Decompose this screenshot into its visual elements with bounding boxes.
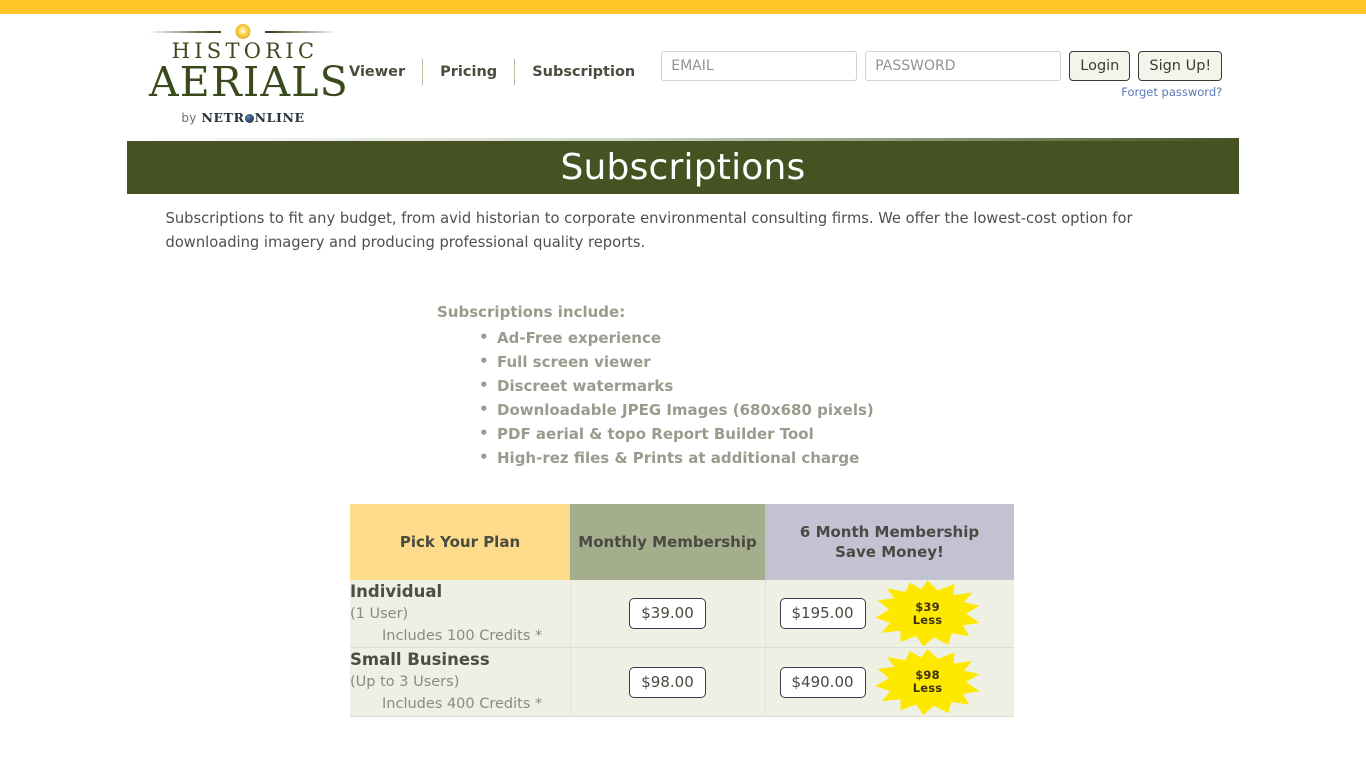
table-row: Small Business (Up to 3 Users) Includes … (350, 647, 1015, 717)
nav-item-pricing[interactable]: Pricing (423, 65, 514, 80)
column-header-monthly: Monthly Membership (570, 503, 765, 580)
six-month-price-button[interactable]: $490.00 (779, 666, 866, 698)
pricing-table: Pick Your Plan Monthly Membership 6 Mont… (350, 503, 1015, 717)
includes-section: Subscriptions include: Ad-Free experienc… (127, 303, 1239, 470)
column-header-six-month: 6 Month Membership Save Money! (765, 503, 1014, 580)
plan-name: Small Business (350, 650, 490, 670)
column-header-plan: Pick Your Plan (350, 503, 570, 580)
plan-credits: Includes 100 Credits * (382, 627, 543, 644)
password-input[interactable] (865, 51, 1062, 81)
intro-paragraph: Subscriptions to fit any budget, from av… (165, 210, 1133, 251)
netr-text-part1: NETR (201, 110, 245, 126)
list-item: High-rez files & Prints at additional ch… (479, 445, 1239, 470)
six-month-price-cell: $195.00 $39 Less (765, 579, 1015, 649)
site-logo[interactable]: HISTORIC AERIALS by NETR NLINE (149, 14, 349, 125)
savings-badge-text: $39 Less (876, 581, 980, 647)
globe-icon (245, 113, 255, 123)
netr-text-part2: NLINE (254, 110, 305, 126)
table-row: Individual (1 User) Includes 100 Credits… (350, 579, 1015, 649)
savings-label: Less (912, 681, 943, 696)
logo-netronline: NETR NLINE (202, 110, 305, 125)
plan-users: (1 User) (350, 605, 409, 622)
nav-item-subscription[interactable]: Subscription (515, 65, 652, 80)
header-right: Viewer Pricing Subscription Login Sign U… (337, 14, 1239, 99)
email-input[interactable] (661, 51, 858, 81)
list-item: Full screen viewer (479, 349, 1239, 374)
table-header-row: Pick Your Plan Monthly Membership 6 Mont… (350, 503, 1014, 580)
top-gold-bar (0, 0, 1366, 14)
logo-line-aerials: AERIALS (149, 57, 349, 106)
logo-by-prefix: by (181, 110, 197, 125)
savings-starburst-badge: $39 Less (875, 580, 980, 647)
plan-cell: Small Business (Up to 3 Users) Includes … (350, 647, 571, 717)
signup-button[interactable]: Sign Up! (1138, 51, 1223, 81)
six-month-line2: Save Money! (835, 542, 944, 561)
gold-star-ornament-icon (235, 24, 251, 39)
plan-name: Individual (350, 581, 443, 601)
six-month-line1: 6 Month Membership (799, 522, 980, 541)
login-button[interactable]: Login (1069, 51, 1131, 81)
list-item: Discreet watermarks (479, 373, 1239, 398)
savings-starburst-badge: $98 Less (875, 649, 980, 716)
plan-credits: Includes 400 Credits * (382, 696, 543, 712)
auth-area: Login Sign Up! Forget password? (661, 51, 1223, 99)
savings-badge-text: $98 Less (876, 649, 980, 715)
six-month-price-cell: $490.00 $98 Less (765, 647, 1015, 717)
includes-list: Ad-Free experience Full screen viewer Di… (437, 325, 1239, 470)
six-month-price-button[interactable]: $195.00 (779, 598, 866, 630)
monthly-price-cell: $39.00 (570, 579, 766, 649)
forget-password-link[interactable]: Forget password? (1121, 85, 1222, 99)
page-root: HISTORIC AERIALS by NETR NLINE Viewer Pri… (0, 14, 1366, 717)
site-header: HISTORIC AERIALS by NETR NLINE Viewer Pri… (127, 14, 1239, 138)
logo-byline: by NETR NLINE (149, 110, 337, 125)
plan-users: (Up to 3 Users) (350, 674, 460, 691)
list-item: Ad-Free experience (479, 325, 1239, 350)
logo-rule (149, 24, 337, 39)
header-container: HISTORIC AERIALS by NETR NLINE Viewer Pri… (127, 14, 1239, 138)
list-item: PDF aerial & topo Report Builder Tool (479, 421, 1239, 446)
page-banner: Subscriptions (127, 141, 1239, 194)
six-month-inner: $490.00 $98 Less (766, 649, 1015, 716)
plan-cell: Individual (1 User) Includes 100 Credits… (350, 579, 571, 649)
includes-title: Subscriptions include: (437, 302, 626, 321)
list-item: Downloadable JPEG Images (680x680 pixels… (479, 397, 1239, 422)
savings-label: Less (912, 612, 943, 627)
savings-amount: $39 (915, 599, 940, 614)
pricing-table-wrap: Pick Your Plan Monthly Membership 6 Mont… (127, 503, 1239, 717)
monthly-price-button[interactable]: $98.00 (629, 666, 706, 698)
monthly-price-cell: $98.00 (570, 647, 766, 717)
six-month-inner: $195.00 $39 Less (766, 580, 1015, 647)
content-container: Subscriptions to fit any budget, from av… (127, 207, 1239, 717)
monthly-price-button[interactable]: $39.00 (629, 598, 706, 630)
main-navigation: Viewer Pricing Subscription (337, 51, 652, 85)
banner-container: Subscriptions (127, 141, 1239, 194)
nav-item-viewer[interactable]: Viewer (337, 65, 422, 80)
page-title: Subscriptions (560, 146, 806, 188)
